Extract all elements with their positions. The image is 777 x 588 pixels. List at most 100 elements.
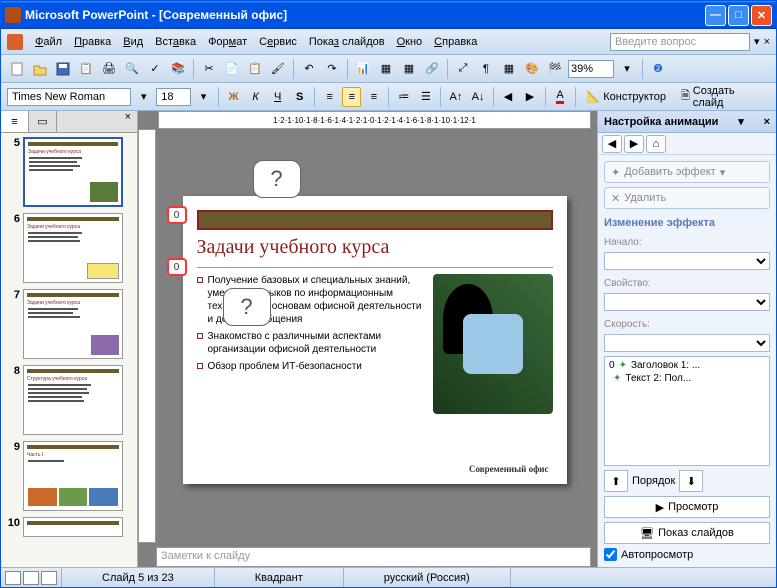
effects-list[interactable]: 0✦Заголовок 1: ... ✦Текст 2: Пол...: [604, 356, 770, 466]
thumbs-list[interactable]: 5Задачи учебного курса 6Задачи учебного …: [1, 133, 137, 567]
spell-icon[interactable]: ✓: [145, 59, 165, 79]
animation-marker-body[interactable]: 0: [167, 258, 187, 276]
new-icon[interactable]: [7, 59, 27, 79]
research-icon[interactable]: 📚: [168, 59, 188, 79]
bullets-icon[interactable]: ☰: [416, 87, 435, 107]
font-size-select[interactable]: 18: [156, 88, 191, 106]
shadow-icon[interactable]: S: [290, 87, 309, 107]
align-left-icon[interactable]: ≡: [320, 87, 339, 107]
slide-thumb-7[interactable]: Задачи учебного курса: [23, 289, 123, 359]
expand-icon[interactable]: ⤢: [453, 59, 473, 79]
numbering-icon[interactable]: ≔: [394, 87, 413, 107]
menu-tools[interactable]: Сервис: [253, 34, 303, 50]
chart-icon[interactable]: 📊: [353, 59, 373, 79]
close-button[interactable]: ✕: [751, 5, 772, 26]
help-icon[interactable]: ❷: [648, 59, 668, 79]
menu-format[interactable]: Формат: [202, 34, 253, 50]
taskpane-dropdown[interactable]: ▾: [738, 115, 744, 128]
increase-font-icon[interactable]: A↑: [446, 87, 465, 107]
zoom-dropdown[interactable]: ▾: [617, 59, 637, 79]
hyperlink-icon[interactable]: 🔗: [422, 59, 442, 79]
nav-forward-icon[interactable]: ▶: [624, 135, 644, 153]
minimize-button[interactable]: —: [705, 5, 726, 26]
slideshow-button[interactable]: 🖥 Показ слайдов: [604, 522, 770, 544]
redo-icon[interactable]: ↷: [322, 59, 342, 79]
size-dropdown[interactable]: ▾: [194, 87, 213, 107]
open-icon[interactable]: [30, 59, 50, 79]
slides-tab[interactable]: ▭: [29, 111, 57, 132]
preview-button[interactable]: ▶ Просмотр: [604, 496, 770, 518]
menu-dropdown[interactable]: ▾: [754, 35, 760, 48]
menu-insert[interactable]: Вставка: [149, 34, 202, 50]
slide-thumb-8[interactable]: Структура учебного курса: [23, 365, 123, 435]
start-select[interactable]: [604, 252, 770, 270]
increase-indent-icon[interactable]: ▶: [521, 87, 540, 107]
slide-thumb-6[interactable]: Задачи учебного курса: [23, 213, 123, 283]
horizontal-ruler[interactable]: 1·2·1·10·1·8·1·6·1·4·1·2·1·0·1·2·1·4·1·6…: [158, 111, 591, 129]
font-color-icon[interactable]: A: [551, 87, 570, 107]
help-question-input[interactable]: Введите вопрос: [610, 33, 750, 51]
underline-icon[interactable]: Ч: [268, 87, 287, 107]
grid-icon[interactable]: ▦: [499, 59, 519, 79]
doc-close-button[interactable]: ×: [764, 36, 770, 48]
slide-canvas[interactable]: Задачи учебного курса Получение базовых …: [183, 196, 567, 484]
nav-home-icon[interactable]: ⌂: [646, 135, 666, 153]
autopreview-checkbox[interactable]: Автопросмотр: [604, 548, 770, 561]
slide-thumb-5[interactable]: Задачи учебного курса: [23, 137, 123, 207]
flag-icon[interactable]: 🏁: [545, 59, 565, 79]
decrease-font-icon[interactable]: A↓: [468, 87, 487, 107]
order-down-button[interactable]: ⬇: [679, 470, 703, 492]
designer-button[interactable]: 📐Конструктор: [581, 87, 672, 107]
slideshow-view-button[interactable]: [41, 571, 57, 585]
vertical-ruler[interactable]: [138, 129, 156, 543]
taskpane-close[interactable]: ×: [764, 116, 770, 128]
tables-borders-icon[interactable]: ▦: [399, 59, 419, 79]
slide-title[interactable]: Задачи учебного курса: [197, 236, 553, 259]
format-painter-icon[interactable]: 🖌: [268, 59, 288, 79]
zoom-select[interactable]: 39%: [568, 60, 614, 78]
notes-pane[interactable]: Заметки к слайду: [156, 547, 591, 567]
table-icon[interactable]: ▦: [376, 59, 396, 79]
slide-thumb-10[interactable]: [23, 517, 123, 537]
sorter-view-button[interactable]: [23, 571, 39, 585]
menu-slideshow[interactable]: Показ слайдов: [303, 34, 391, 50]
font-dropdown[interactable]: ▾: [134, 87, 153, 107]
undo-icon[interactable]: ↶: [299, 59, 319, 79]
color-icon[interactable]: 🎨: [522, 59, 542, 79]
menu-edit[interactable]: Правка: [68, 34, 117, 50]
panel-close[interactable]: ×: [119, 111, 137, 132]
property-select[interactable]: [604, 293, 770, 311]
align-right-icon[interactable]: ≡: [364, 87, 383, 107]
normal-view-button[interactable]: [5, 571, 21, 585]
nav-back-icon[interactable]: ◀: [602, 135, 622, 153]
animation-marker-title[interactable]: 0: [167, 206, 187, 224]
slide-area[interactable]: ? 0 0 ? Задачи учебного курса Получение …: [164, 141, 585, 539]
outline-tab[interactable]: ≡: [1, 111, 29, 132]
slide-thumb-9[interactable]: Часть I: [23, 441, 123, 511]
effect-item[interactable]: 0✦Заголовок 1: ...: [607, 359, 767, 372]
menu-view[interactable]: Вид: [117, 34, 149, 50]
maximize-button[interactable]: □: [728, 5, 749, 26]
copy-icon[interactable]: 📄: [222, 59, 242, 79]
menu-file[interactable]: Файл: [29, 34, 68, 50]
remove-effect-button[interactable]: ✕ Удалить: [604, 187, 770, 209]
clipart-image[interactable]: [433, 274, 553, 414]
menu-window[interactable]: Окно: [391, 34, 429, 50]
paste-icon[interactable]: 📋: [245, 59, 265, 79]
new-slide-button[interactable]: 🗎Создать слайд: [675, 87, 770, 107]
speed-select[interactable]: [604, 334, 770, 352]
permission-icon[interactable]: 📋: [76, 59, 96, 79]
align-center-icon[interactable]: ≡: [342, 87, 361, 107]
save-icon[interactable]: [53, 59, 73, 79]
print-icon[interactable]: 🖨: [99, 59, 119, 79]
menu-help[interactable]: Справка: [428, 34, 483, 50]
order-up-button[interactable]: ⬆: [604, 470, 628, 492]
bold-icon[interactable]: Ж: [224, 87, 243, 107]
italic-icon[interactable]: К: [246, 87, 265, 107]
font-name-select[interactable]: Times New Roman: [7, 88, 131, 106]
decrease-indent-icon[interactable]: ◀: [498, 87, 517, 107]
show-formatting-icon[interactable]: ¶: [476, 59, 496, 79]
effect-item[interactable]: ✦Текст 2: Пол...: [607, 372, 767, 385]
add-effect-button[interactable]: ✦ Добавить эффект ▾: [604, 161, 770, 183]
cut-icon[interactable]: ✂: [199, 59, 219, 79]
